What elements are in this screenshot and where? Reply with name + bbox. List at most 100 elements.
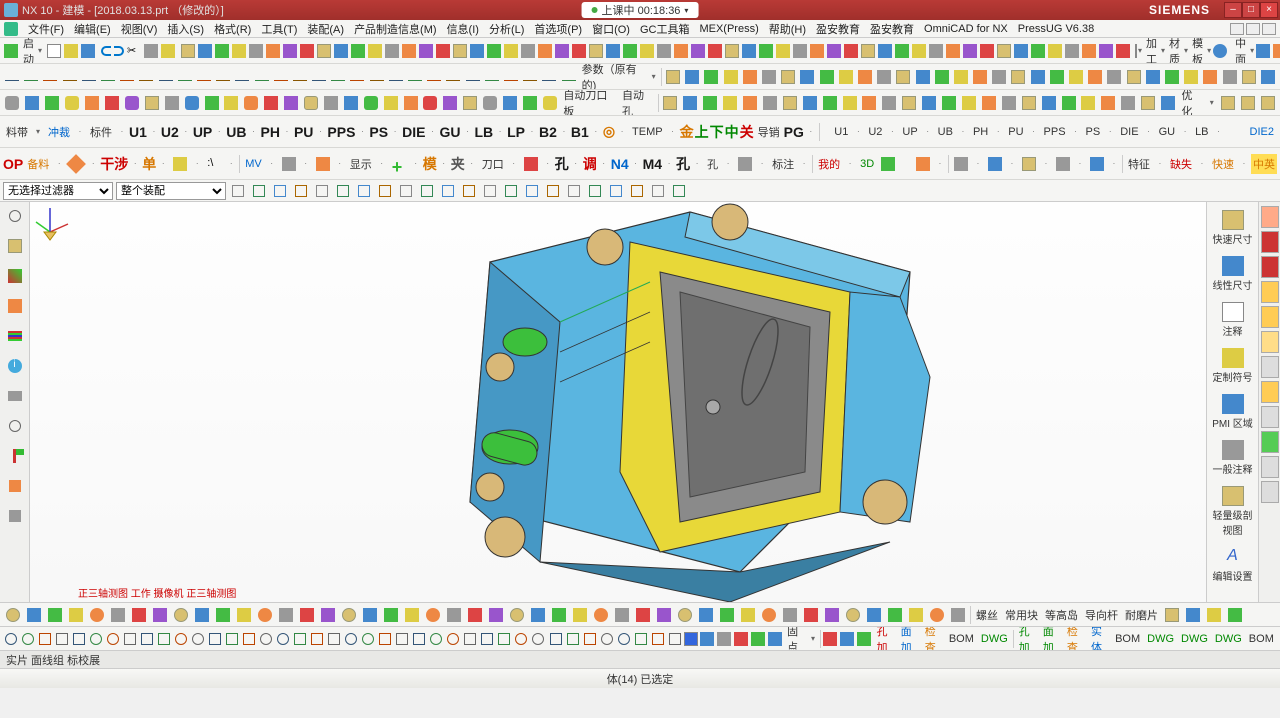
solid-tool-button[interactable]: [722, 67, 740, 87]
btm-tool-button[interactable]: [381, 605, 401, 625]
misc-tool-button[interactable]: [282, 93, 301, 113]
fr-tab-6[interactable]: [1261, 331, 1279, 353]
curve-tool-button[interactable]: [368, 67, 386, 87]
color-blue[interactable]: [684, 632, 698, 646]
cut-button[interactable]: ✂: [126, 41, 142, 61]
rt-up[interactable]: UP: [899, 126, 920, 138]
tool-button[interactable]: :\: [204, 154, 224, 174]
misc-tool-button[interactable]: [481, 93, 500, 113]
curve-tool-button[interactable]: [310, 67, 328, 87]
solid-tool-button[interactable]: [1124, 67, 1142, 87]
tok-up[interactable]: UP: [193, 124, 212, 140]
tool-button[interactable]: [860, 41, 876, 61]
btm-tool-button[interactable]: [591, 605, 611, 625]
btm-block[interactable]: 常用块: [1002, 607, 1041, 623]
curve-tool-button[interactable]: [118, 67, 136, 87]
btm-tool-button[interactable]: [654, 605, 674, 625]
tool-button[interactable]: [265, 41, 281, 61]
btm-tool-button[interactable]: [24, 605, 44, 625]
btm-tool-button[interactable]: [822, 605, 842, 625]
tok-3d[interactable]: 3D: [857, 158, 877, 170]
tool-button[interactable]: [520, 41, 536, 61]
btm2-tool-button[interactable]: [343, 629, 359, 649]
fr-tab-10[interactable]: [1261, 431, 1279, 453]
tool-button[interactable]: [401, 41, 417, 61]
copy-button[interactable]: [143, 41, 159, 61]
tok-mv[interactable]: MV: [242, 158, 265, 170]
rt5-feat[interactable]: 特征: [1125, 156, 1153, 172]
menu-window[interactable]: 窗口(O): [588, 21, 634, 37]
curve-tool-button[interactable]: [291, 67, 309, 87]
tool-button[interactable]: [486, 41, 502, 61]
rt-die2[interactable]: DIE2: [1247, 126, 1277, 138]
curve-tool-button[interactable]: [502, 67, 520, 87]
viewport-3d[interactable]: 正三轴测图 工作 摄像机 正三轴测图: [30, 202, 1206, 602]
btm2-tool-button[interactable]: [633, 629, 649, 649]
tool-button[interactable]: [911, 41, 927, 61]
btm-tool-button[interactable]: [570, 605, 590, 625]
filter-button[interactable]: [607, 182, 625, 200]
btm2-tool-button[interactable]: [224, 629, 240, 649]
btm2-tool-button[interactable]: [650, 629, 666, 649]
tool-button[interactable]: [180, 41, 196, 61]
fr-tab-5[interactable]: [1261, 306, 1279, 328]
fr-tab-4[interactable]: [1261, 281, 1279, 303]
label-strip[interactable]: 料带: [3, 124, 31, 140]
tool-button[interactable]: [673, 41, 689, 61]
tok-mid[interactable]: 中: [725, 122, 739, 142]
curve-tool-button[interactable]: [483, 67, 501, 87]
btm2-tool-button[interactable]: [667, 629, 683, 649]
misc-tool-button[interactable]: [820, 93, 839, 113]
tok-u1[interactable]: U1: [129, 124, 147, 140]
tool-button[interactable]: [197, 41, 213, 61]
misc-tool-button[interactable]: [262, 93, 281, 113]
btm-tool-button[interactable]: [927, 605, 947, 625]
rail-add-icon[interactable]: [5, 476, 25, 496]
label-material[interactable]: 材质: [1166, 38, 1183, 64]
expand-icon[interactable]: ▾: [684, 6, 688, 15]
solid-tool-button[interactable]: [1086, 67, 1104, 87]
label-params[interactable]: 参数（原有的): [579, 64, 648, 90]
misc-tool-button[interactable]: [741, 93, 760, 113]
solid-tool-button[interactable]: [1105, 67, 1123, 87]
mdi-close-button[interactable]: [1262, 23, 1276, 35]
menu-file[interactable]: 文件(F): [24, 21, 68, 37]
tool-button[interactable]: [809, 41, 825, 61]
tok-ub[interactable]: UB: [226, 124, 246, 140]
misc-tool-button[interactable]: [521, 93, 540, 113]
rt-die[interactable]: DIE: [1117, 126, 1141, 138]
btm-tool-button[interactable]: [864, 605, 884, 625]
label-autohole[interactable]: 自动孔: [619, 90, 656, 116]
solid-tool-button[interactable]: [913, 67, 931, 87]
btm-tool-button[interactable]: [360, 605, 380, 625]
btm-tool-button[interactable]: [318, 605, 338, 625]
btm-tool-button[interactable]: [780, 605, 800, 625]
misc-tool-button[interactable]: [122, 93, 141, 113]
solid-tool-button[interactable]: [798, 67, 816, 87]
tool-button[interactable]: [1115, 41, 1131, 61]
tok-edge[interactable]: 刀口: [479, 156, 507, 172]
filter-button[interactable]: [628, 182, 646, 200]
tool-button[interactable]: [333, 41, 349, 61]
tool-button[interactable]: [877, 41, 893, 61]
btm2-tool-button[interactable]: [699, 629, 715, 649]
curve-tool-button[interactable]: [387, 67, 405, 87]
tool-button[interactable]: [639, 41, 655, 61]
misc-tool-button[interactable]: [43, 93, 62, 113]
btm2-tool-button[interactable]: [241, 629, 257, 649]
menu-edu2[interactable]: 盈安教育: [866, 21, 918, 37]
rail-clock-icon[interactable]: [5, 416, 25, 436]
misc-tool-button[interactable]: [1099, 93, 1118, 113]
solid-tool-button[interactable]: [837, 67, 855, 87]
btm2-tool-button[interactable]: [479, 629, 495, 649]
solid-tool-button[interactable]: [1220, 67, 1238, 87]
rail-tool-icon[interactable]: [5, 506, 25, 526]
fr-tab-12[interactable]: [1261, 481, 1279, 503]
rt-gu[interactable]: GU: [1156, 126, 1179, 138]
btm-tool-button[interactable]: [1225, 605, 1245, 625]
tool-button[interactable]: [1087, 154, 1107, 174]
btm2-tool-button[interactable]: [582, 629, 598, 649]
btm-tool-button[interactable]: [528, 605, 548, 625]
curve-tool-button[interactable]: [3, 67, 21, 87]
misc-tool-button[interactable]: [182, 93, 201, 113]
